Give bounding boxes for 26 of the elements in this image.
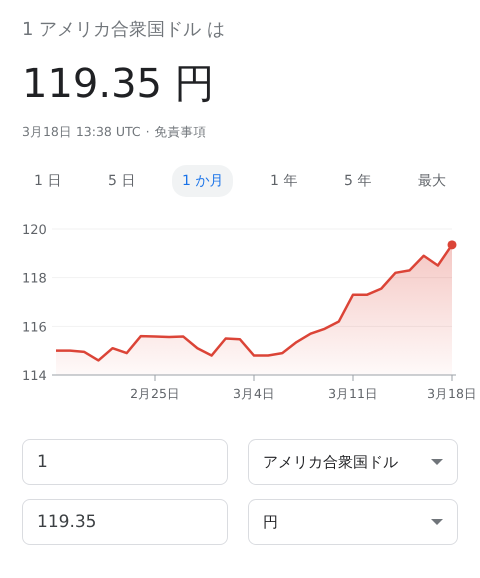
current-point bbox=[448, 240, 456, 250]
range-tab[interactable]: 1 日 bbox=[24, 165, 72, 197]
range-tab[interactable]: 1 か月 bbox=[172, 165, 234, 197]
currency-select[interactable]: 円 bbox=[248, 499, 458, 545]
axis-label: 118 bbox=[22, 272, 47, 287]
range-tab[interactable]: 1 年 bbox=[260, 165, 308, 197]
amount-field[interactable]: 119.35 bbox=[22, 499, 228, 545]
currency-select[interactable]: アメリカ合衆国ドル bbox=[248, 439, 458, 485]
axis-label: 3月11日 bbox=[328, 386, 378, 401]
axis-label: 120 bbox=[22, 223, 47, 238]
range-tab[interactable]: 5 日 bbox=[98, 165, 146, 197]
range-tab[interactable]: 5 年 bbox=[334, 165, 382, 197]
axis-label: 114 bbox=[22, 369, 47, 384]
axis-label: 3月4日 bbox=[233, 386, 275, 401]
separator: · bbox=[146, 124, 150, 141]
query-text: 1 アメリカ合衆国ドル は bbox=[22, 18, 226, 42]
range-tab[interactable]: 最大 bbox=[408, 165, 456, 197]
amount-field[interactable]: 1 bbox=[22, 439, 228, 485]
dropdown-caret-icon bbox=[431, 519, 443, 525]
disclaimer-link[interactable]: 免責事項 bbox=[154, 124, 207, 141]
converted-amount: 119.35 円 bbox=[22, 60, 216, 109]
dropdown-caret-icon bbox=[431, 459, 443, 465]
axis-label: 116 bbox=[22, 320, 47, 336]
axis-label: 2月25日 bbox=[130, 386, 180, 401]
timestamp: 3月18日 13:38 UTC bbox=[22, 124, 141, 141]
axis-label: 3月18日 bbox=[427, 386, 477, 401]
